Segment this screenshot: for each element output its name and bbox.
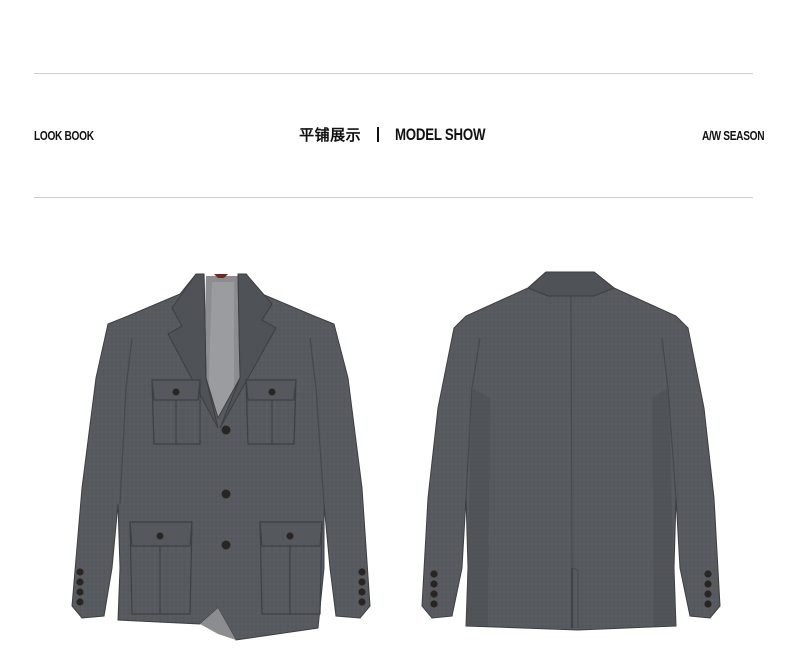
blazer-back-image — [421, 271, 721, 631]
title-chinese: 平铺展示 — [299, 126, 362, 144]
top-divider — [34, 73, 753, 74]
title-separator — [377, 127, 380, 142]
season-label: A/W SEASON — [702, 128, 765, 143]
title-english: MODEL SHOW — [395, 125, 486, 144]
bottom-divider — [34, 197, 753, 198]
section-title: 平铺展示 MODEL SHOW — [0, 124, 790, 145]
blazer-front-image — [71, 273, 371, 641]
